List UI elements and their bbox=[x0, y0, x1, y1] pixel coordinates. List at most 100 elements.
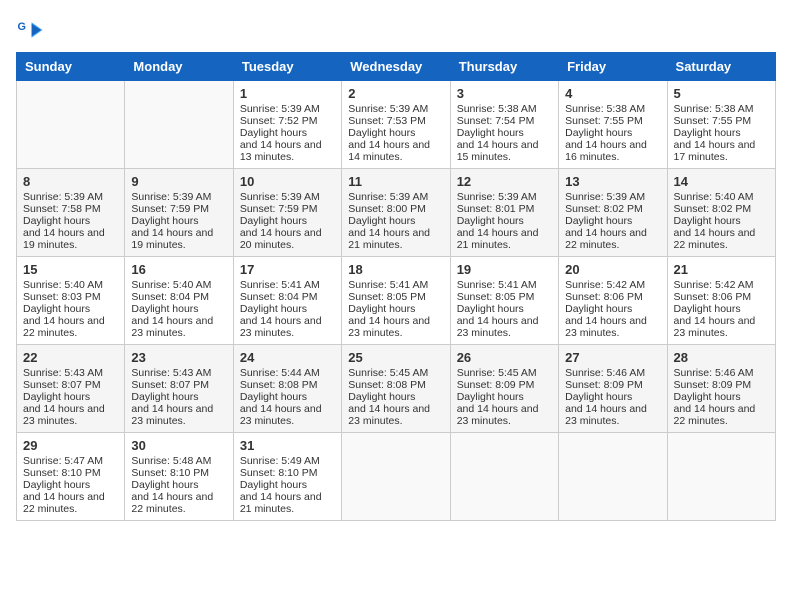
day-number: 18 bbox=[348, 262, 443, 277]
day-number: 30 bbox=[131, 438, 226, 453]
calendar-cell: 31 Sunrise: 5:49 AM Sunset: 8:10 PM Dayl… bbox=[233, 433, 341, 521]
calendar-cell: 9 Sunrise: 5:39 AM Sunset: 7:59 PM Dayli… bbox=[125, 169, 233, 257]
sunset-label: Sunset: 8:08 PM bbox=[348, 379, 426, 391]
daylight-label: Daylight hours bbox=[457, 303, 524, 315]
calendar-cell: 28 Sunrise: 5:46 AM Sunset: 8:09 PM Dayl… bbox=[667, 345, 775, 433]
sunrise-label: Sunrise: 5:45 AM bbox=[348, 367, 428, 379]
calendar-cell: 24 Sunrise: 5:44 AM Sunset: 8:08 PM Dayl… bbox=[233, 345, 341, 433]
daylight-duration: and 14 hours and 21 minutes. bbox=[457, 227, 539, 251]
day-number: 10 bbox=[240, 174, 335, 189]
sunrise-label: Sunrise: 5:46 AM bbox=[565, 367, 645, 379]
weekday-header-monday: Monday bbox=[125, 53, 233, 81]
calendar-cell: 10 Sunrise: 5:39 AM Sunset: 7:59 PM Dayl… bbox=[233, 169, 341, 257]
daylight-label: Daylight hours bbox=[674, 215, 741, 227]
calendar-cell: 8 Sunrise: 5:39 AM Sunset: 7:58 PM Dayli… bbox=[17, 169, 125, 257]
daylight-duration: and 14 hours and 23 minutes. bbox=[565, 403, 647, 427]
daylight-label: Daylight hours bbox=[240, 479, 307, 491]
daylight-label: Daylight hours bbox=[348, 127, 415, 139]
day-number: 22 bbox=[23, 350, 118, 365]
daylight-duration: and 14 hours and 23 minutes. bbox=[131, 315, 213, 339]
sunset-label: Sunset: 8:04 PM bbox=[131, 291, 209, 303]
calendar-cell: 25 Sunrise: 5:45 AM Sunset: 8:08 PM Dayl… bbox=[342, 345, 450, 433]
sunrise-label: Sunrise: 5:39 AM bbox=[348, 103, 428, 115]
sunset-label: Sunset: 8:10 PM bbox=[131, 467, 209, 479]
daylight-duration: and 14 hours and 21 minutes. bbox=[240, 491, 322, 515]
calendar-cell: 1 Sunrise: 5:39 AM Sunset: 7:52 PM Dayli… bbox=[233, 81, 341, 169]
sunset-label: Sunset: 8:05 PM bbox=[348, 291, 426, 303]
daylight-label: Daylight hours bbox=[131, 303, 198, 315]
sunrise-label: Sunrise: 5:41 AM bbox=[240, 279, 320, 291]
sunrise-label: Sunrise: 5:39 AM bbox=[457, 191, 537, 203]
sunset-label: Sunset: 8:09 PM bbox=[674, 379, 752, 391]
sunset-label: Sunset: 8:07 PM bbox=[131, 379, 209, 391]
day-number: 24 bbox=[240, 350, 335, 365]
daylight-duration: and 14 hours and 23 minutes. bbox=[240, 315, 322, 339]
sunrise-label: Sunrise: 5:40 AM bbox=[23, 279, 103, 291]
daylight-duration: and 14 hours and 22 minutes. bbox=[23, 315, 105, 339]
calendar-body: 1 Sunrise: 5:39 AM Sunset: 7:52 PM Dayli… bbox=[17, 81, 776, 521]
daylight-label: Daylight hours bbox=[457, 127, 524, 139]
calendar-cell: 2 Sunrise: 5:39 AM Sunset: 7:53 PM Dayli… bbox=[342, 81, 450, 169]
calendar-cell: 17 Sunrise: 5:41 AM Sunset: 8:04 PM Dayl… bbox=[233, 257, 341, 345]
sunrise-label: Sunrise: 5:44 AM bbox=[240, 367, 320, 379]
daylight-label: Daylight hours bbox=[457, 215, 524, 227]
calendar-cell bbox=[667, 433, 775, 521]
sunset-label: Sunset: 7:53 PM bbox=[348, 115, 426, 127]
daylight-label: Daylight hours bbox=[348, 303, 415, 315]
day-number: 23 bbox=[131, 350, 226, 365]
day-number: 14 bbox=[674, 174, 769, 189]
calendar-cell: 18 Sunrise: 5:41 AM Sunset: 8:05 PM Dayl… bbox=[342, 257, 450, 345]
sunset-label: Sunset: 8:02 PM bbox=[565, 203, 643, 215]
day-number: 25 bbox=[348, 350, 443, 365]
sunrise-label: Sunrise: 5:41 AM bbox=[348, 279, 428, 291]
sunrise-label: Sunrise: 5:43 AM bbox=[131, 367, 211, 379]
daylight-label: Daylight hours bbox=[240, 215, 307, 227]
sunrise-label: Sunrise: 5:39 AM bbox=[131, 191, 211, 203]
daylight-label: Daylight hours bbox=[674, 303, 741, 315]
sunrise-label: Sunrise: 5:41 AM bbox=[457, 279, 537, 291]
daylight-label: Daylight hours bbox=[23, 215, 90, 227]
daylight-duration: and 14 hours and 22 minutes. bbox=[674, 403, 756, 427]
daylight-duration: and 14 hours and 23 minutes. bbox=[348, 403, 430, 427]
sunset-label: Sunset: 7:54 PM bbox=[457, 115, 535, 127]
sunrise-label: Sunrise: 5:39 AM bbox=[23, 191, 103, 203]
calendar-cell: 30 Sunrise: 5:48 AM Sunset: 8:10 PM Dayl… bbox=[125, 433, 233, 521]
sunrise-label: Sunrise: 5:43 AM bbox=[23, 367, 103, 379]
sunset-label: Sunset: 8:05 PM bbox=[457, 291, 535, 303]
daylight-label: Daylight hours bbox=[131, 391, 198, 403]
sunrise-label: Sunrise: 5:38 AM bbox=[565, 103, 645, 115]
calendar-cell: 15 Sunrise: 5:40 AM Sunset: 8:03 PM Dayl… bbox=[17, 257, 125, 345]
daylight-duration: and 14 hours and 23 minutes. bbox=[23, 403, 105, 427]
day-number: 28 bbox=[674, 350, 769, 365]
calendar-cell: 3 Sunrise: 5:38 AM Sunset: 7:54 PM Dayli… bbox=[450, 81, 558, 169]
day-number: 20 bbox=[565, 262, 660, 277]
daylight-duration: and 14 hours and 23 minutes. bbox=[457, 315, 539, 339]
daylight-duration: and 14 hours and 22 minutes. bbox=[23, 491, 105, 515]
calendar-cell bbox=[450, 433, 558, 521]
daylight-label: Daylight hours bbox=[240, 391, 307, 403]
day-number: 11 bbox=[348, 174, 443, 189]
sunrise-label: Sunrise: 5:38 AM bbox=[674, 103, 754, 115]
calendar-cell: 12 Sunrise: 5:39 AM Sunset: 8:01 PM Dayl… bbox=[450, 169, 558, 257]
calendar-cell: 5 Sunrise: 5:38 AM Sunset: 7:55 PM Dayli… bbox=[667, 81, 775, 169]
sunrise-label: Sunrise: 5:49 AM bbox=[240, 455, 320, 467]
sunset-label: Sunset: 8:06 PM bbox=[674, 291, 752, 303]
week-row-3: 15 Sunrise: 5:40 AM Sunset: 8:03 PM Dayl… bbox=[17, 257, 776, 345]
calendar-cell: 21 Sunrise: 5:42 AM Sunset: 8:06 PM Dayl… bbox=[667, 257, 775, 345]
day-number: 3 bbox=[457, 86, 552, 101]
calendar-cell: 23 Sunrise: 5:43 AM Sunset: 8:07 PM Dayl… bbox=[125, 345, 233, 433]
daylight-duration: and 14 hours and 21 minutes. bbox=[348, 227, 430, 251]
daylight-duration: and 14 hours and 23 minutes. bbox=[240, 403, 322, 427]
daylight-label: Daylight hours bbox=[565, 303, 632, 315]
daylight-label: Daylight hours bbox=[131, 215, 198, 227]
calendar-cell bbox=[17, 81, 125, 169]
daylight-label: Daylight hours bbox=[23, 479, 90, 491]
day-number: 31 bbox=[240, 438, 335, 453]
weekday-header-sunday: Sunday bbox=[17, 53, 125, 81]
sunrise-label: Sunrise: 5:48 AM bbox=[131, 455, 211, 467]
svg-text:G: G bbox=[18, 21, 26, 33]
week-row-4: 22 Sunrise: 5:43 AM Sunset: 8:07 PM Dayl… bbox=[17, 345, 776, 433]
sunrise-label: Sunrise: 5:39 AM bbox=[565, 191, 645, 203]
daylight-label: Daylight hours bbox=[457, 391, 524, 403]
daylight-duration: and 14 hours and 23 minutes. bbox=[348, 315, 430, 339]
